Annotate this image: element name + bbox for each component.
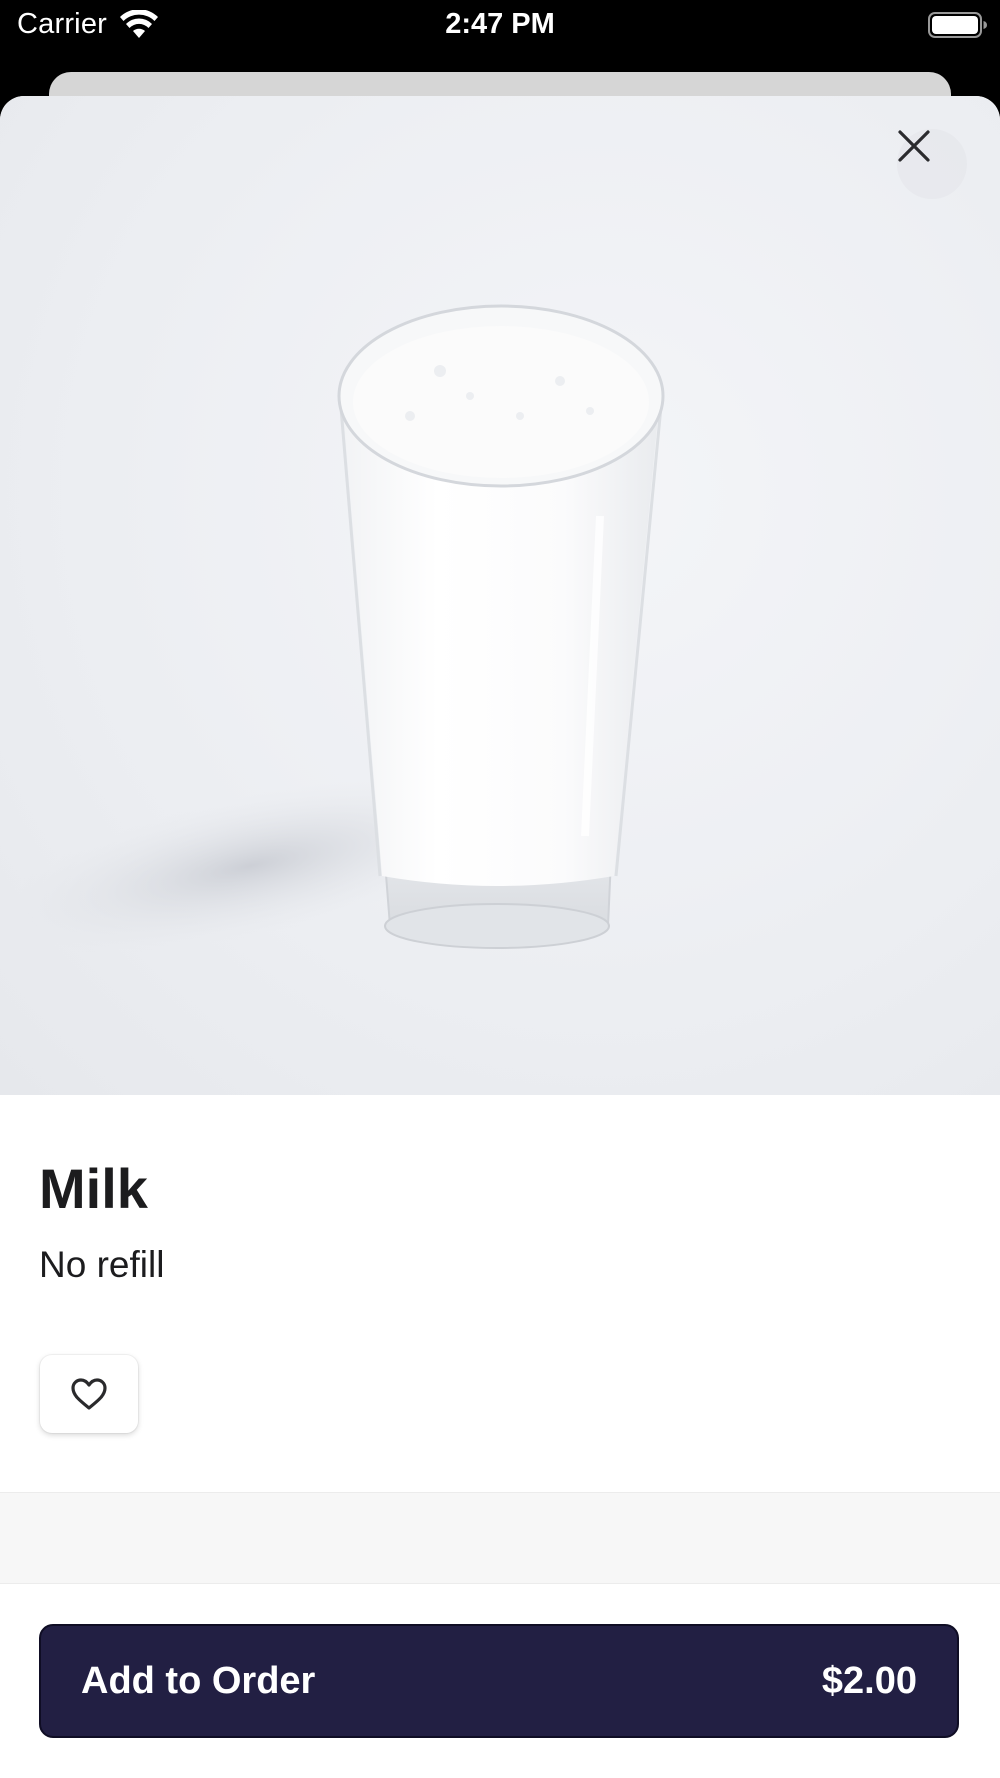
price-label: $2.00 xyxy=(821,1660,917,1702)
screen: Carrier 2:47 PM Milk No refill Add to Or… xyxy=(0,0,1000,1778)
product-sheet: Milk No refill Add to Order $2.00 xyxy=(0,96,1000,1778)
battery-icon xyxy=(928,12,988,38)
close-icon xyxy=(898,130,930,162)
clock-label: 2:47 PM xyxy=(445,8,555,40)
add-to-order-label: Add to Order xyxy=(81,1660,316,1702)
product-image xyxy=(0,96,1000,1095)
heart-outline-icon xyxy=(71,1378,107,1410)
product-description: No refill xyxy=(39,1244,165,1285)
section-divider xyxy=(0,1492,1000,1584)
favorite-button[interactable] xyxy=(40,1355,138,1433)
product-title: Milk xyxy=(39,1157,148,1220)
close-button[interactable] xyxy=(897,129,967,199)
status-bar: Carrier 2:47 PM xyxy=(0,0,1000,56)
add-to-order-button[interactable]: Add to Order $2.00 xyxy=(39,1624,959,1738)
